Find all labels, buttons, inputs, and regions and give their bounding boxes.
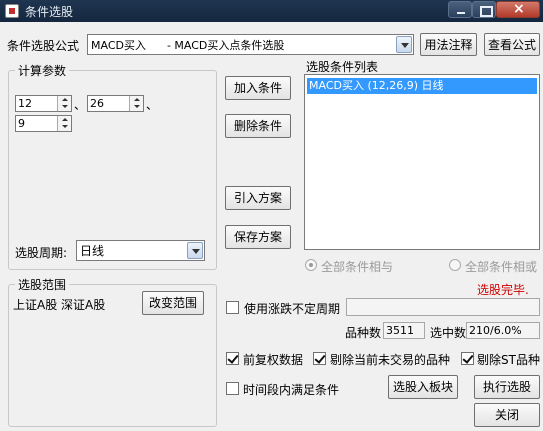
maximize-button[interactable] xyxy=(472,1,496,18)
import-scheme-button[interactable]: 引入方案 xyxy=(225,186,291,210)
close-button[interactable]: 关闭 xyxy=(474,403,540,427)
formula-select-value: MACD买入 - MACD买入点条件选股 xyxy=(91,39,285,52)
minimize-button[interactable] xyxy=(448,1,472,18)
condition-stock-picker-dialog: 条件选股 × 条件选股公式 MACD买入 - MACD买入点条件选股 用法注释 … xyxy=(0,0,543,431)
add-to-block-button[interactable]: 选股入板块 xyxy=(388,375,458,399)
exclude-untraded-checkbox[interactable] xyxy=(313,352,326,365)
selected-count-value: 210/6.0% xyxy=(466,322,540,339)
chevron-down-icon[interactable] xyxy=(396,36,412,53)
stock-range-title: 选股范围 xyxy=(15,276,70,293)
exclude-untraded-label: 剔除当前未交易的品种 xyxy=(330,353,451,367)
param-1-stepper[interactable]: 12 xyxy=(15,95,72,112)
delete-condition-button[interactable]: 删除条件 xyxy=(225,114,291,138)
param-separator: 、 xyxy=(146,98,159,112)
period-select[interactable]: 日线 xyxy=(76,240,205,261)
title-bar[interactable]: 条件选股 × xyxy=(0,0,543,22)
param-3-value: 9 xyxy=(18,117,25,130)
variable-period-label: 使用涨跌不定周期 xyxy=(244,302,341,316)
exclude-st-checkbox[interactable] xyxy=(461,352,474,365)
period-label: 选股周期: xyxy=(15,246,68,260)
close-window-button[interactable]: × xyxy=(496,1,540,18)
spin-arrows-icon[interactable] xyxy=(57,116,71,131)
param-separator: 、 xyxy=(74,98,87,112)
pre-adjust-checkbox[interactable] xyxy=(226,352,239,365)
param-1-value: 12 xyxy=(18,97,32,110)
status-text: 选股完毕. xyxy=(477,283,529,297)
param-2-value: 26 xyxy=(90,97,104,110)
param-3-stepper[interactable]: 9 xyxy=(15,115,72,132)
save-scheme-button[interactable]: 保存方案 xyxy=(225,225,291,249)
time-range-label: 时间段内满足条件 xyxy=(243,383,340,397)
all-or-label: 全部条件相或 xyxy=(465,260,538,274)
exclude-st-label: 剔除ST品种 xyxy=(477,353,540,367)
period-select-value: 日线 xyxy=(80,244,105,258)
change-range-button[interactable]: 改变范围 xyxy=(142,291,204,315)
time-range-checkbox[interactable] xyxy=(226,382,239,395)
view-formula-button[interactable]: 查看公式 xyxy=(484,33,540,56)
execute-picking-button[interactable]: 执行选股 xyxy=(474,375,540,399)
selected-count-label: 选中数 xyxy=(430,326,467,340)
close-icon: × xyxy=(513,1,525,17)
stock-range-value: 上证A股 深证A股 xyxy=(13,298,106,312)
list-item[interactable]: MACD买入 (12,26,9) 日线 xyxy=(307,78,537,94)
spin-arrows-icon[interactable] xyxy=(129,96,143,111)
window-title: 条件选股 xyxy=(25,5,74,19)
calc-params-title: 计算参数 xyxy=(15,62,70,79)
all-and-label: 全部条件相与 xyxy=(321,260,394,274)
count-value: 3511 xyxy=(383,322,425,339)
usage-notes-button[interactable]: 用法注释 xyxy=(420,33,477,56)
pre-adjust-label: 前复权数据 xyxy=(243,353,304,367)
variable-period-field xyxy=(346,298,540,316)
add-condition-button[interactable]: 加入条件 xyxy=(225,76,291,100)
formula-select[interactable]: MACD买入 - MACD买入点条件选股 xyxy=(87,34,414,55)
all-and-radio[interactable] xyxy=(305,259,317,271)
all-or-radio[interactable] xyxy=(449,259,461,271)
chevron-down-icon[interactable] xyxy=(187,242,203,259)
count-label: 品种数 xyxy=(345,326,382,340)
condition-list[interactable]: MACD买入 (12,26,9) 日线 xyxy=(304,74,540,250)
variable-period-checkbox[interactable] xyxy=(226,301,239,314)
app-icon xyxy=(5,4,19,18)
condition-list-title: 选股条件列表 xyxy=(306,60,379,74)
spin-arrows-icon[interactable] xyxy=(57,96,71,111)
formula-label: 条件选股公式 xyxy=(7,39,80,53)
param-2-stepper[interactable]: 26 xyxy=(87,95,144,112)
